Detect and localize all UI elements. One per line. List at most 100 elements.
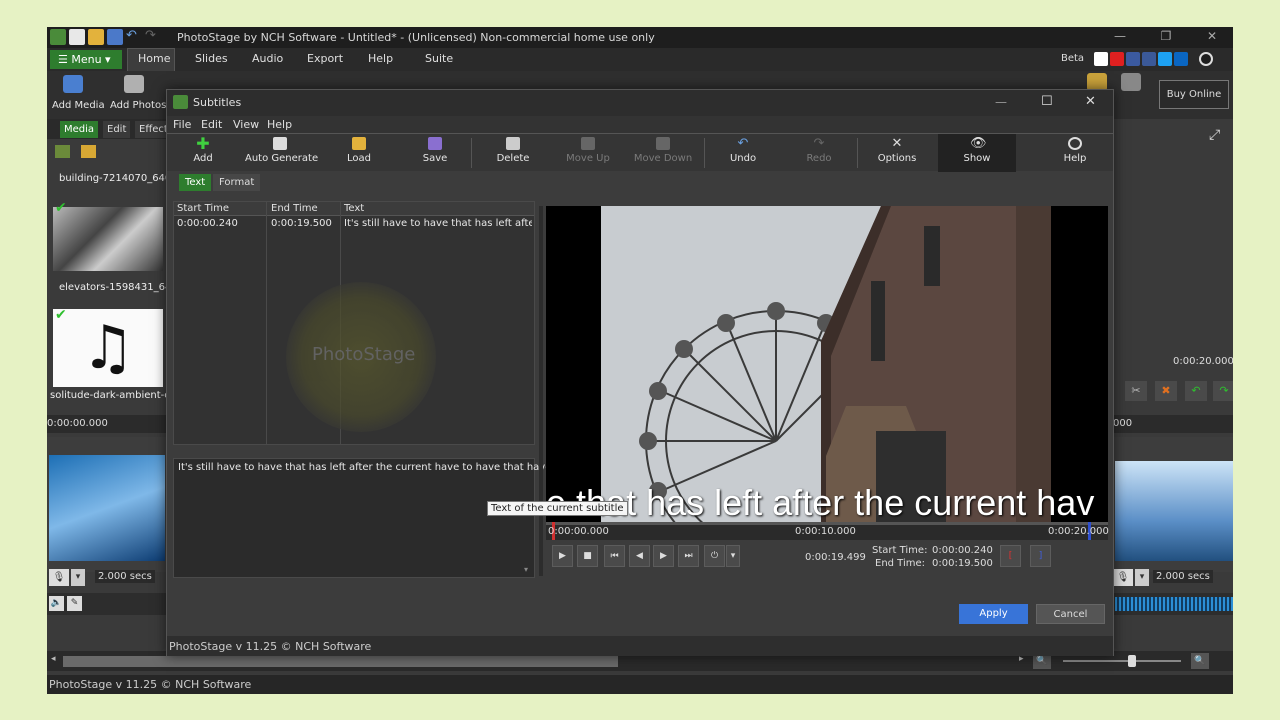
open-folder-icon[interactable] xyxy=(88,29,104,45)
pencil-icon[interactable]: ✎ xyxy=(67,596,82,611)
delete-clip-icon[interactable]: ✖ xyxy=(1155,381,1177,401)
table-row[interactable]: 0:00:00.240 0:00:19.500 It's still have … xyxy=(174,216,534,232)
clip-duration[interactable]: 2.000 secs xyxy=(1153,570,1213,583)
column-end-time[interactable]: End Time xyxy=(271,203,318,214)
zoom-in-clip-icon[interactable]: ↷ xyxy=(1213,381,1233,401)
menu-edit[interactable]: Edit xyxy=(201,118,222,131)
clip-duration[interactable]: 2.000 secs xyxy=(95,570,155,583)
tab-slides[interactable]: Slides xyxy=(195,52,228,65)
set-start-icon[interactable]: [ xyxy=(1000,545,1021,567)
speaker-icon[interactable]: 🔈 xyxy=(49,596,64,611)
undo-button[interactable]: ↶ Undo xyxy=(725,134,761,172)
column-text[interactable]: Text xyxy=(344,203,364,214)
undo-arrow-icon[interactable]: ↶ xyxy=(126,29,142,45)
column-start-time[interactable]: Start Time xyxy=(177,203,229,214)
redo-arrow-icon[interactable]: ↷ xyxy=(145,29,161,45)
like-icon[interactable] xyxy=(1126,52,1140,66)
close-button[interactable]: ✕ xyxy=(1200,29,1224,43)
used-check-icon: ✔ xyxy=(55,200,67,216)
split-icon[interactable]: ✂ xyxy=(1125,381,1147,401)
options-button[interactable]: ✕ Options xyxy=(875,134,919,172)
tab-edit[interactable]: Edit xyxy=(103,121,131,138)
menu-help[interactable]: Help xyxy=(267,118,292,131)
subtitle-table[interactable]: Start Time End Time Text 0:00:00.240 0:0… xyxy=(173,201,535,445)
tab-export[interactable]: Export xyxy=(307,52,343,65)
scrub-track[interactable] xyxy=(546,522,1108,525)
add-media-icon[interactable] xyxy=(63,75,83,93)
subtitle-text-editor[interactable]: It's still have to have that has left af… xyxy=(173,458,551,578)
scroll-thumb[interactable] xyxy=(63,656,618,667)
step-back-icon[interactable]: ◀ xyxy=(629,545,650,567)
scroll-down-icon[interactable]: ▾ xyxy=(524,565,528,574)
main-menu-button[interactable]: ☰ Menu ▾ xyxy=(50,50,122,69)
timeline-clip-building[interactable] xyxy=(49,455,165,561)
zoom-slider-track[interactable] xyxy=(1063,660,1181,662)
suite-icon[interactable] xyxy=(1121,73,1141,91)
add-photos-button[interactable]: Add Photos xyxy=(110,100,166,111)
speed-icon[interactable]: ⏻ xyxy=(704,545,725,567)
dialog-close-button[interactable]: ✕ xyxy=(1085,94,1096,109)
media-add-icon[interactable] xyxy=(81,145,96,158)
tab-media[interactable]: Media xyxy=(60,121,99,138)
toolbar-divider xyxy=(857,138,858,168)
save-button[interactable]: Save xyxy=(415,134,455,172)
move-up-button[interactable]: Move Up xyxy=(565,134,611,172)
scroll-left-icon[interactable]: ◂ xyxy=(51,654,56,664)
preview-scrub-bar[interactable]: 0:00:00.000 0:00:10.000 0:00:20.000 xyxy=(546,522,1109,540)
audio-waveform[interactable] xyxy=(1115,597,1233,611)
save-disk-icon[interactable] xyxy=(107,29,123,45)
zoom-slider-handle[interactable] xyxy=(1128,655,1136,667)
dialog-maximize-button[interactable]: ☐ xyxy=(1041,94,1053,109)
tab-audio[interactable]: Audio xyxy=(252,52,283,65)
panel-splitter[interactable] xyxy=(539,206,543,576)
move-down-button[interactable]: Move Down xyxy=(633,134,693,172)
menu-file[interactable]: File xyxy=(173,118,191,131)
restore-button[interactable]: ❐ xyxy=(1154,29,1178,43)
flickr-icon[interactable] xyxy=(1094,52,1108,66)
linkedin-icon[interactable] xyxy=(1174,52,1188,66)
dropdown-arrow-icon[interactable]: ▾ xyxy=(1135,569,1149,586)
buy-online-button[interactable]: Buy Online xyxy=(1159,80,1229,109)
zoom-in-icon[interactable]: 🔍 xyxy=(1191,653,1209,669)
media-thumbnail[interactable] xyxy=(53,207,163,271)
delete-button[interactable]: Delete xyxy=(493,134,533,172)
twitter-icon[interactable] xyxy=(1158,52,1172,66)
add-photos-icon[interactable] xyxy=(124,75,144,93)
speed-dropdown-icon[interactable]: ▾ xyxy=(726,545,740,567)
tab-home[interactable]: Home xyxy=(138,52,170,65)
stop-icon[interactable]: ■ xyxy=(577,545,598,567)
set-end-icon[interactable]: ] xyxy=(1030,545,1051,567)
zoom-out-clip-icon[interactable]: ↶ xyxy=(1185,381,1207,401)
add-button[interactable]: ✚ Add xyxy=(185,134,221,172)
help-button[interactable]: Help xyxy=(1055,134,1095,172)
load-button[interactable]: Load xyxy=(339,134,379,172)
skip-start-icon[interactable]: ⏮ xyxy=(604,545,625,567)
tab-help[interactable]: Help xyxy=(368,52,393,65)
apply-button[interactable]: Apply xyxy=(959,604,1028,624)
menu-view[interactable]: View xyxy=(233,118,259,131)
media-thumbnail-music[interactable]: ♫ xyxy=(53,309,163,387)
fullscreen-icon[interactable]: ⤢ xyxy=(1209,127,1220,143)
new-file-icon[interactable] xyxy=(69,29,85,45)
mic-icon[interactable]: 🎙 xyxy=(1113,569,1133,586)
redo-button[interactable]: ↷ Redo xyxy=(801,134,837,172)
tab-format[interactable]: Format xyxy=(213,174,261,191)
play-icon[interactable]: ▶ xyxy=(552,545,573,567)
mic-icon[interactable]: 🎙 xyxy=(49,569,69,586)
youtube-icon[interactable] xyxy=(1110,52,1124,66)
step-forward-icon[interactable]: ▶ xyxy=(653,545,674,567)
show-button[interactable]: 👁 Show xyxy=(938,134,1016,172)
minimize-button[interactable]: — xyxy=(1108,29,1132,43)
tab-suite[interactable]: Suite xyxy=(425,52,453,65)
help-circle-icon[interactable] xyxy=(1199,52,1213,66)
facebook-icon[interactable] xyxy=(1142,52,1156,66)
media-folder-icon[interactable] xyxy=(55,145,70,158)
skip-end-icon[interactable]: ⏭ xyxy=(678,545,699,567)
add-media-button[interactable]: Add Media xyxy=(52,100,105,111)
timeline-clip-tower[interactable] xyxy=(1115,461,1233,561)
dialog-minimize-button[interactable]: — xyxy=(995,95,1007,109)
auto-generate-button[interactable]: Auto Generate xyxy=(245,134,318,172)
dropdown-arrow-icon[interactable]: ▾ xyxy=(71,569,85,586)
tab-text[interactable]: Text xyxy=(179,174,212,191)
cancel-button[interactable]: Cancel xyxy=(1036,604,1105,624)
